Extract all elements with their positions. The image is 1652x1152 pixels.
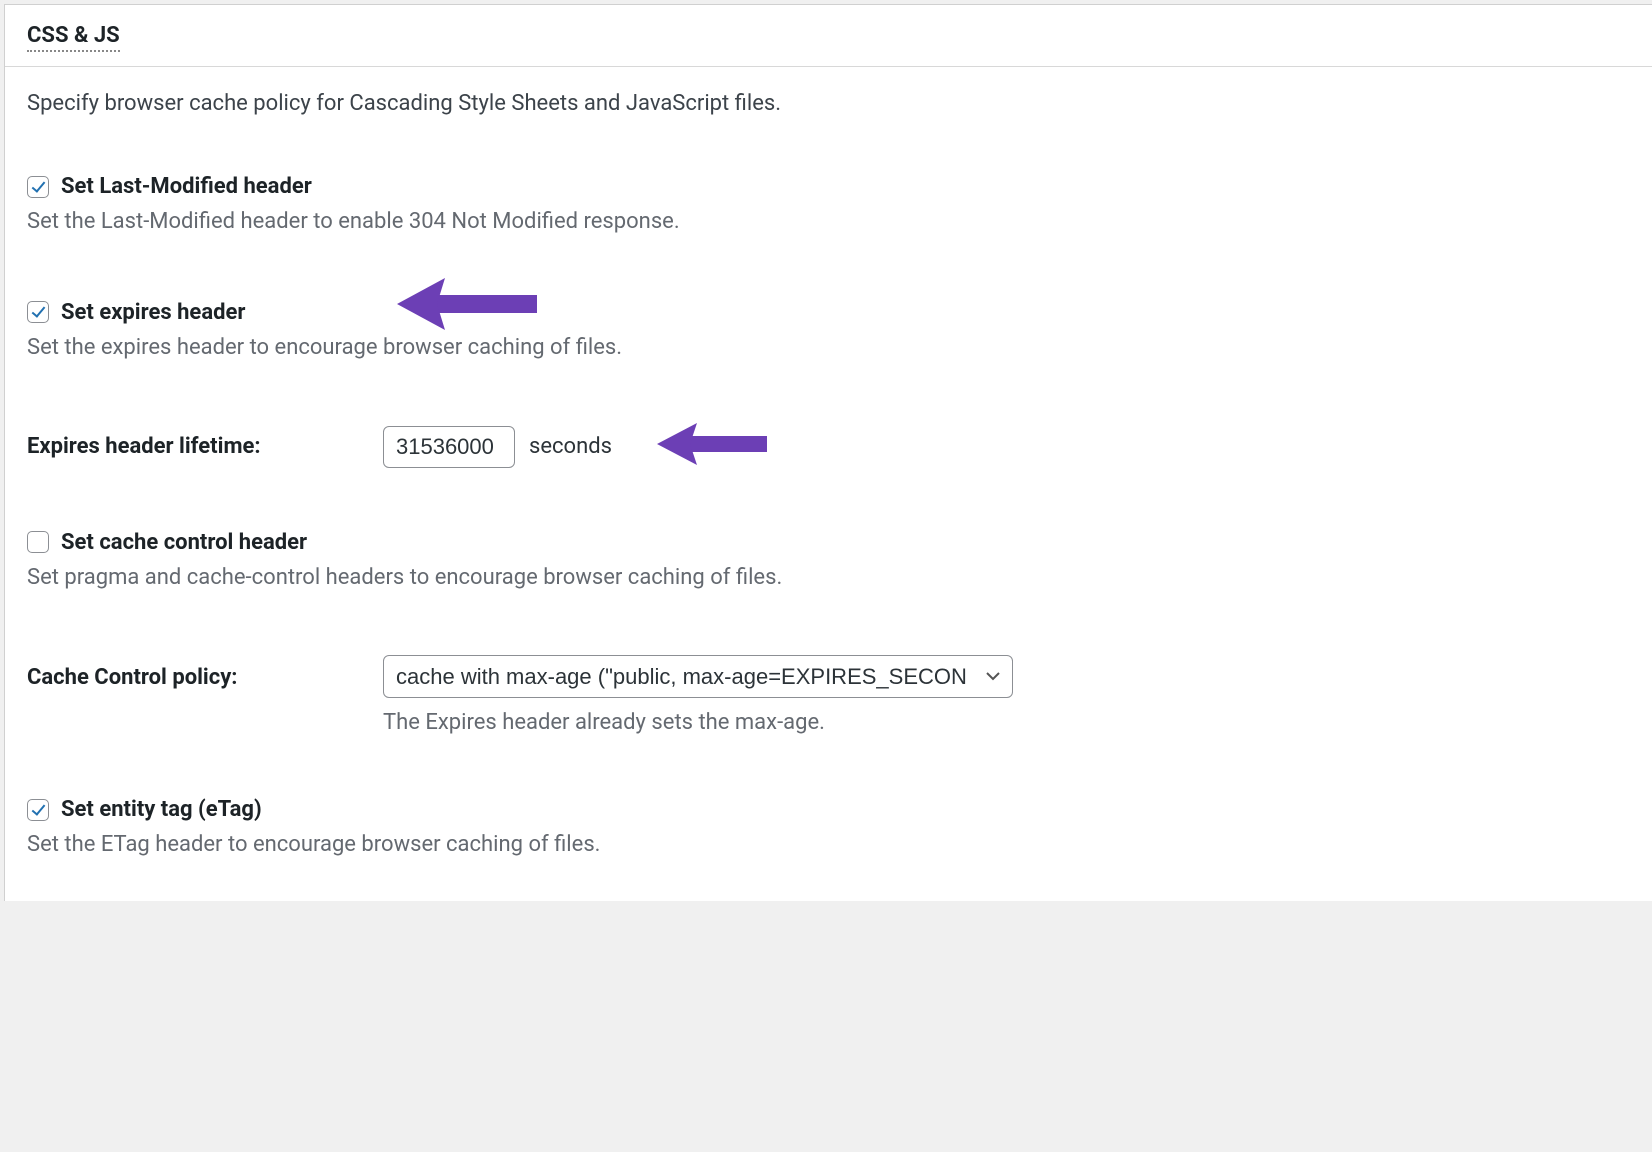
option-last-modified: Set Last-Modified header Set the Last-Mo… [27,174,1630,238]
field-cache-policy: Cache Control policy: cache with max-age… [27,655,1630,735]
settings-panel: CSS & JS Specify browser cache policy fo… [4,4,1652,901]
annotation-arrow-icon [657,418,767,470]
option-header: Set entity tag (eTag) [27,797,1630,822]
cache-policy-select[interactable]: cache with max-age ("public, max-age=EXP… [383,655,1013,698]
option-label: Set expires header [61,300,245,325]
field-label: Expires header lifetime: [27,434,383,459]
option-etag: Set entity tag (eTag) Set the ETag heade… [27,797,1630,861]
expires-lifetime-input[interactable] [383,426,515,468]
option-header: Set Last-Modified header [27,174,1630,199]
panel-description: Specify browser cache policy for Cascadi… [27,91,1630,116]
field-expires-lifetime: Expires header lifetime: seconds [27,426,1630,468]
option-cache-control: Set cache control header Set pragma and … [27,530,1630,594]
field-note: The Expires header already sets the max-… [383,710,1013,735]
checkbox-last-modified[interactable] [27,176,49,198]
option-description: Set the Last-Modified header to enable 3… [27,207,1630,238]
unit-label: seconds [529,434,612,459]
option-label: Set Last-Modified header [61,174,312,199]
field-control: seconds [383,426,612,468]
checkbox-cache-control[interactable] [27,531,49,553]
field-label: Cache Control policy: [27,655,383,690]
panel-title: CSS & JS [27,23,120,52]
checkbox-expires[interactable] [27,301,49,323]
option-description: Set the ETag header to encourage browser… [27,830,1630,861]
checkbox-etag[interactable] [27,799,49,821]
field-control-column: cache with max-age ("public, max-age=EXP… [383,655,1013,735]
option-description: Set pragma and cache-control headers to … [27,563,1630,594]
option-label: Set entity tag (eTag) [61,797,262,822]
option-header: Set cache control header [27,530,1630,555]
panel-body: Specify browser cache policy for Cascadi… [5,67,1652,901]
panel-header: CSS & JS [5,5,1652,67]
option-label: Set cache control header [61,530,307,555]
option-expires: Set expires header Set the expires heade… [27,300,1630,364]
option-header: Set expires header [27,300,1630,325]
option-description: Set the expires header to encourage brow… [27,333,1630,364]
